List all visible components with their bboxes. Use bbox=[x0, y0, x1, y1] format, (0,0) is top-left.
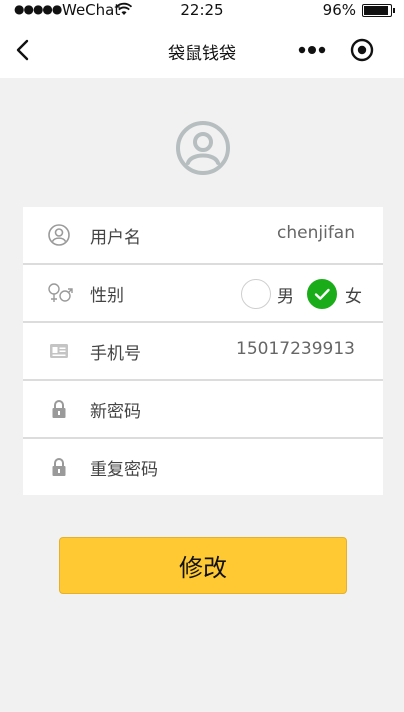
checkmark-icon bbox=[314, 288, 330, 300]
navigation-bar: 袋鼠钱袋 bbox=[0, 22, 404, 78]
repeat-password-row: 重复密码 bbox=[23, 439, 383, 495]
repeat-password-label: 重复密码 bbox=[90, 460, 158, 480]
phone-row: 手机号 bbox=[23, 323, 383, 381]
female-label: 女 bbox=[345, 287, 362, 307]
male-radio[interactable] bbox=[241, 279, 271, 309]
username-label: 用户名 bbox=[90, 228, 141, 248]
avatar-icon[interactable] bbox=[175, 120, 231, 176]
gender-icon bbox=[47, 281, 73, 305]
phone-label: 手机号 bbox=[90, 344, 141, 364]
gender-label: 性别 bbox=[90, 286, 124, 306]
gender-row: 性别 男 女 bbox=[23, 265, 383, 323]
battery-icon bbox=[362, 4, 395, 17]
page-title: 袋鼠钱袋 bbox=[168, 44, 236, 64]
battery-percentage: 96% bbox=[322, 1, 356, 19]
id-card-icon bbox=[47, 339, 71, 363]
status-bar: ●●●●● WeChat 22:25 96% bbox=[0, 0, 404, 22]
submit-button[interactable]: 修改 bbox=[59, 537, 347, 594]
more-menu-icon[interactable] bbox=[296, 38, 328, 62]
lock-icon bbox=[47, 397, 71, 421]
new-password-input[interactable] bbox=[183, 397, 355, 421]
male-label: 男 bbox=[277, 287, 294, 307]
lock-icon bbox=[47, 455, 71, 479]
new-password-label: 新密码 bbox=[90, 402, 141, 422]
username-input[interactable] bbox=[223, 223, 355, 243]
repeat-password-input[interactable] bbox=[183, 455, 355, 479]
new-password-row: 新密码 bbox=[23, 381, 383, 439]
profile-form: 用户名 性别 男 女 bbox=[23, 207, 383, 495]
phone-input[interactable] bbox=[223, 339, 355, 359]
username-row: 用户名 bbox=[23, 207, 383, 265]
female-radio[interactable] bbox=[307, 279, 337, 309]
close-miniprogram-icon[interactable] bbox=[350, 38, 374, 62]
gender-radio-group: 男 女 bbox=[241, 279, 367, 309]
user-icon bbox=[47, 223, 71, 247]
